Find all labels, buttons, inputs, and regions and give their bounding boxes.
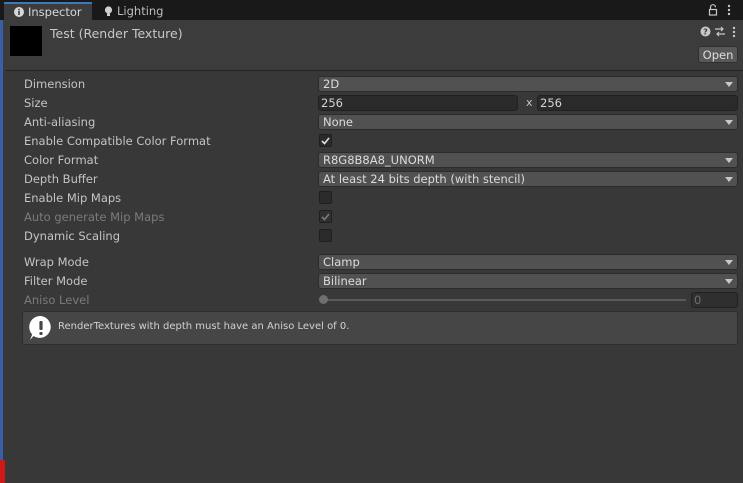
tab-lighting[interactable]: Lighting [94, 2, 170, 20]
anti-aliasing-dropdown[interactable]: None [318, 114, 738, 130]
size-height-input[interactable]: 256 [537, 95, 738, 111]
auto-generate-mip-maps-label: Auto generate Mip Maps [24, 210, 165, 224]
depth-buffer-dropdown[interactable]: At least 24 bits depth (with stencil) [318, 171, 738, 187]
warning-message: RenderTextures with depth must have an A… [58, 321, 350, 332]
enable-mip-maps-checkbox[interactable] [319, 191, 332, 204]
dynamic-scaling-checkbox[interactable] [319, 229, 332, 242]
color-format-dropdown[interactable]: R8G8B8A8_UNORM [318, 152, 738, 168]
tab-lighting-label: Lighting [117, 4, 164, 18]
compatible-color-format-label: Enable Compatible Color Format [24, 134, 211, 148]
aniso-level-input: 0 [691, 292, 738, 308]
header-divider [6, 70, 743, 71]
size-separator: x [526, 96, 533, 109]
chevron-down-icon [725, 82, 733, 87]
dimension-label: Dimension [24, 77, 86, 91]
color-format-label: Color Format [24, 153, 99, 167]
asset-title: Test (Render Texture) [50, 26, 183, 41]
open-button[interactable]: Open [698, 46, 738, 63]
bulb-icon [104, 5, 113, 17]
warning-icon [28, 315, 54, 341]
filter-mode-dropdown[interactable]: Bilinear [318, 273, 738, 289]
window-edge-marker [0, 460, 5, 483]
compatible-color-format-checkbox[interactable] [319, 134, 332, 147]
info-icon [14, 7, 24, 17]
aniso-level-label: Aniso Level [24, 293, 90, 307]
size-label: Size [24, 96, 48, 110]
context-menu-icon[interactable] [732, 26, 736, 38]
aniso-level-slider-track [322, 299, 686, 301]
dynamic-scaling-label: Dynamic Scaling [24, 229, 121, 243]
aniso-level-slider-thumb [319, 295, 328, 304]
texture-preview-thumbnail [10, 26, 42, 56]
filter-mode-label: Filter Mode [24, 274, 88, 288]
wrap-mode-dropdown[interactable]: Clamp [318, 254, 738, 270]
anti-aliasing-value: None [323, 115, 354, 129]
dimension-dropdown[interactable]: 2D [318, 76, 738, 92]
help-icon[interactable]: ? [700, 26, 711, 37]
window-edge-highlight [0, 20, 3, 460]
wrap-mode-value: Clamp [323, 255, 360, 269]
depth-buffer-value: At least 24 bits depth (with stencil) [323, 172, 525, 186]
enable-mip-maps-label: Enable Mip Maps [24, 191, 122, 205]
svg-text:?: ? [703, 27, 708, 36]
preset-settings-icon[interactable] [714, 26, 726, 37]
wrap-mode-label: Wrap Mode [24, 255, 89, 269]
checkmark-icon [321, 136, 330, 145]
auto-generate-mip-maps-checkbox [319, 210, 332, 223]
depth-buffer-label: Depth Buffer [24, 172, 98, 186]
dimension-value: 2D [323, 77, 340, 91]
tab-inspector-label: Inspector [28, 5, 82, 19]
color-format-value: R8G8B8A8_UNORM [323, 153, 435, 167]
lock-icon[interactable] [707, 3, 719, 17]
kebab-menu-icon[interactable] [726, 3, 732, 17]
checkmark-icon [321, 212, 330, 221]
tab-inspector[interactable]: Inspector [4, 2, 92, 20]
chevron-down-icon [725, 260, 733, 265]
size-width-input[interactable]: 256 [318, 95, 518, 111]
chevron-down-icon [725, 279, 733, 284]
filter-mode-value: Bilinear [323, 274, 367, 288]
chevron-down-icon [725, 120, 733, 125]
chevron-down-icon [725, 177, 733, 182]
chevron-down-icon [725, 158, 733, 163]
anti-aliasing-label: Anti-aliasing [24, 115, 96, 129]
